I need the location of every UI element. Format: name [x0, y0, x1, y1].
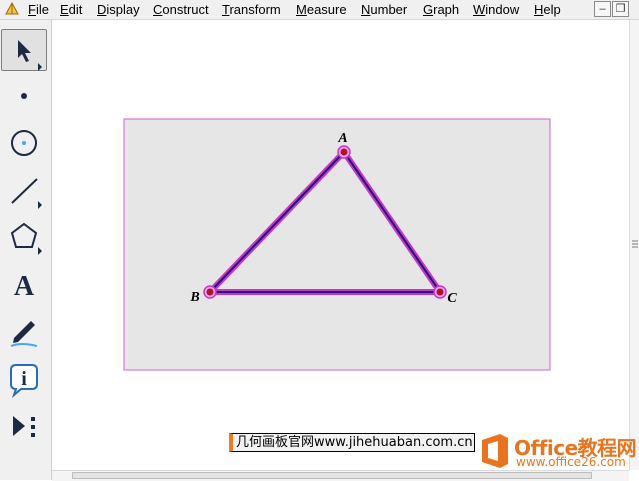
menu-graph[interactable]: Graph — [423, 2, 459, 17]
horizontal-scroll-thumb[interactable] — [72, 472, 592, 479]
menu-window[interactable]: Window — [473, 2, 519, 17]
menu-file[interactable]: File — [28, 2, 49, 17]
menu-label-rest: ransform — [229, 2, 281, 17]
restore-icon: ❐ — [615, 3, 626, 15]
point-label-A[interactable]: A — [337, 131, 347, 146]
sketch-drawing: A B C — [123, 118, 551, 371]
point-tool[interactable] — [1, 75, 47, 117]
point-label-B[interactable]: B — [189, 290, 199, 305]
information-tool[interactable]: i — [1, 358, 47, 400]
svg-text:i: i — [21, 368, 27, 390]
svg-text:A: A — [14, 271, 35, 302]
vertical-scrollbar[interactable] — [629, 20, 639, 470]
circle-icon — [11, 130, 37, 156]
menu-measure[interactable]: Measure — [296, 2, 347, 17]
restore-button[interactable]: ❐ — [612, 1, 629, 17]
polygon-tool[interactable] — [1, 216, 47, 258]
text-A-icon: A — [14, 271, 35, 302]
minimize-button[interactable]: – — [594, 1, 611, 17]
menu-display[interactable]: Display — [97, 2, 140, 17]
menu-edit[interactable]: Edit — [60, 2, 82, 17]
menu-label-rest: isplay — [106, 2, 140, 17]
menu-number[interactable]: Number — [361, 2, 407, 17]
text-tool[interactable]: A — [1, 264, 47, 306]
point-A[interactable] — [340, 148, 348, 156]
minimize-icon: – — [599, 3, 606, 15]
menu-help[interactable]: Help — [534, 2, 561, 17]
point-icon — [21, 93, 27, 99]
menu-label-rest: raph — [433, 2, 460, 17]
menu-accelerator: W — [473, 2, 486, 17]
menu-label-rest: umber — [370, 2, 408, 17]
menu-label-rest: easure — [306, 2, 347, 17]
menu-accelerator: H — [534, 2, 544, 17]
menu-label-rest: onstruct — [162, 2, 209, 17]
info-icon: i — [10, 364, 38, 399]
scroll-grip-icon — [632, 240, 638, 248]
logo-sub-text: www.office26.com — [516, 455, 626, 469]
play-dots-icon — [13, 416, 35, 437]
arrow-tool[interactable] — [1, 29, 47, 71]
pentagon-icon — [10, 222, 42, 255]
sketchpad-app-icon[interactable] — [5, 2, 19, 16]
segment-icon — [11, 178, 42, 209]
point-C[interactable] — [436, 288, 444, 296]
menu-accelerator: D — [97, 2, 107, 17]
toolbox: A i — [0, 20, 52, 480]
menu-file-rest: ile — [35, 2, 49, 17]
office-logo-icon — [482, 434, 508, 468]
compass-tool[interactable] — [1, 122, 47, 164]
office-logo: Office教程网 www.office26.com — [476, 430, 637, 472]
menu-accelerator: G — [423, 2, 434, 17]
straightedge-tool[interactable] — [1, 170, 47, 212]
menu-label-rest: dit — [68, 2, 83, 17]
menu-transform[interactable]: Transform — [222, 2, 281, 17]
custom-tool[interactable] — [1, 405, 47, 447]
point-B[interactable] — [206, 288, 214, 296]
menu-accelerator: N — [361, 2, 371, 17]
marker-tool[interactable] — [1, 310, 47, 352]
menu-accelerator: M — [296, 2, 307, 17]
menu-label-rest: indow — [485, 2, 520, 17]
watermark-banner: 几何画板官网www.jihehuaban.com.cn — [229, 433, 475, 452]
menu-accelerator: E — [60, 2, 69, 17]
menu-construct[interactable]: Construct — [153, 2, 209, 17]
menu-label-rest: elp — [543, 2, 561, 17]
menu-accelerator: C — [153, 2, 163, 17]
pen-icon — [10, 321, 38, 347]
sketch-canvas[interactable]: A B C — [52, 20, 629, 470]
arrow-select-icon — [18, 40, 42, 71]
point-label-C[interactable]: C — [447, 291, 457, 306]
